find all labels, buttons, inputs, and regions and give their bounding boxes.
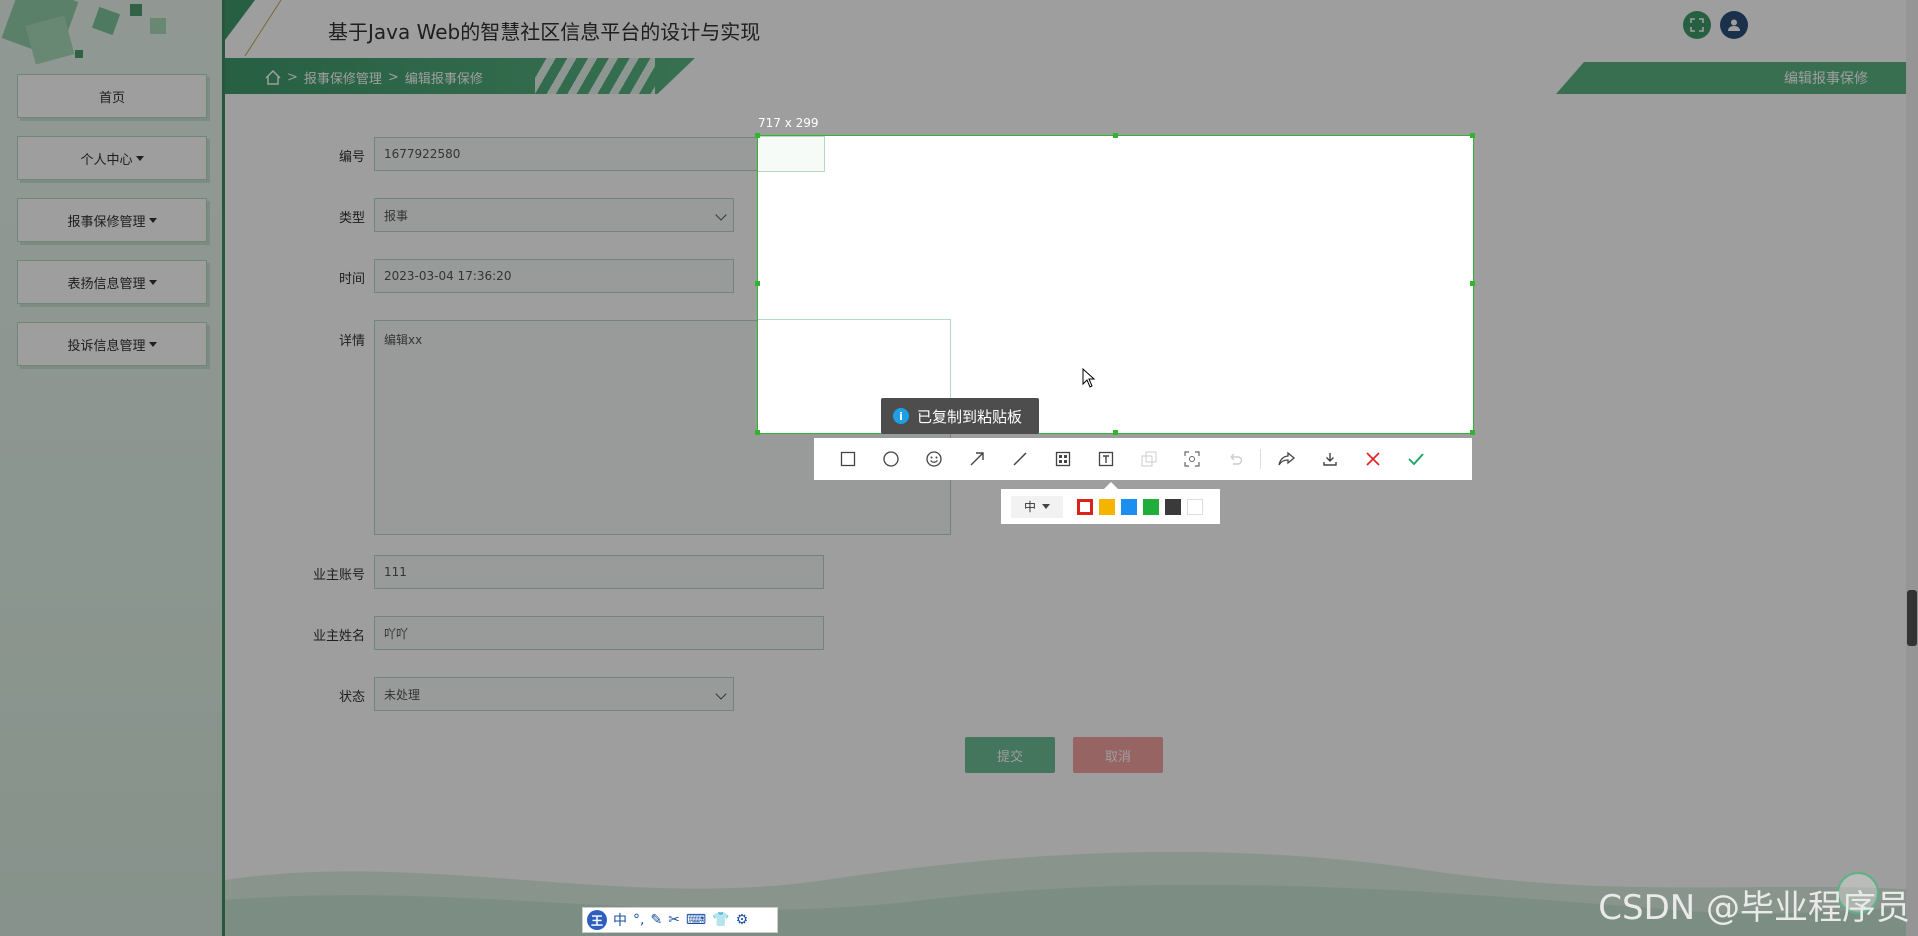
sidebar-item-praise-management[interactable]: 表扬信息管理 xyxy=(17,260,207,304)
confirm-icon[interactable] xyxy=(1394,438,1437,480)
color-swatch-red[interactable] xyxy=(1077,498,1093,515)
watermark: CSDN @毕业程序员 xyxy=(1598,888,1910,928)
emoji-icon[interactable] xyxy=(912,438,955,480)
keyboard-icon[interactable]: ⌨ xyxy=(686,912,706,928)
status-select[interactable]: 未处理 xyxy=(374,677,734,711)
ellipse-icon[interactable] xyxy=(869,438,912,480)
selection-size-label: 717 x 299 xyxy=(758,116,819,130)
page-title: 基于Java Web的智慧社区信息平台的设计与实现 xyxy=(328,20,761,44)
toast-text: 已复制到粘贴板 xyxy=(917,407,1023,426)
field-label-status: 状态 xyxy=(338,690,365,705)
field-label-owner-name: 业主姓名 xyxy=(312,629,365,644)
layers-icon xyxy=(1127,438,1170,480)
skin-icon[interactable]: 👕 xyxy=(712,912,729,928)
screenshot-toolbar xyxy=(814,438,1472,480)
stroke-size-value: 中 xyxy=(1023,500,1036,514)
ime-mode[interactable]: 中 xyxy=(613,910,627,930)
fullscreen-icon[interactable] xyxy=(1683,11,1711,39)
share-icon[interactable] xyxy=(1265,438,1308,480)
breadcrumb-separator: > xyxy=(387,70,399,85)
mouse-cursor-icon xyxy=(1082,368,1096,388)
scissors-icon[interactable]: ✂ xyxy=(668,912,680,928)
sidebar-item-label: 首页 xyxy=(98,90,125,106)
ocr-icon[interactable] xyxy=(1170,438,1213,480)
screenshot-selection-box[interactable] xyxy=(757,135,1474,434)
resize-handle[interactable] xyxy=(1113,430,1118,435)
text-icon[interactable] xyxy=(1084,438,1127,480)
scrollbar[interactable] xyxy=(1906,0,1918,936)
breadcrumb-item[interactable]: 报事保修管理 xyxy=(304,68,382,87)
palette-pointer xyxy=(1104,482,1118,489)
color-palette: 中 xyxy=(1001,489,1220,524)
caret-down-icon xyxy=(148,217,157,223)
chevron-down-icon xyxy=(715,688,727,700)
field-label-detail: 详情 xyxy=(338,334,365,349)
field-label-number: 编号 xyxy=(338,150,365,165)
close-icon[interactable] xyxy=(1351,438,1394,480)
sidebar: 首页 个人中心 报事保修管理 表扬信息管理 投诉信息管理 xyxy=(0,0,225,936)
stroke-size-select[interactable]: 中 xyxy=(1011,495,1063,518)
owner-account-field[interactable]: 111 xyxy=(374,555,824,589)
gear-icon[interactable]: ⚙ xyxy=(736,912,749,928)
pen-icon[interactable]: ✎ xyxy=(650,912,662,928)
field-label-owner-account: 业主账号 xyxy=(312,568,365,583)
color-swatch-green[interactable] xyxy=(1143,498,1159,515)
copied-toast: i 已复制到粘贴板 xyxy=(881,398,1039,434)
type-select[interactable]: 报事 xyxy=(374,198,734,232)
arrow-icon[interactable] xyxy=(955,438,998,480)
undo-icon xyxy=(1213,438,1256,480)
caret-down-icon xyxy=(148,341,157,347)
toolbar-divider xyxy=(1260,449,1261,469)
resize-handle[interactable] xyxy=(1470,281,1475,286)
chevron-down-icon xyxy=(715,209,727,221)
field-label-type: 类型 xyxy=(338,211,365,226)
home-icon[interactable] xyxy=(265,70,281,85)
breadcrumb-item: 编辑报事保修 xyxy=(404,72,483,87)
caret-down-icon xyxy=(1042,504,1050,509)
resize-handle[interactable] xyxy=(1470,430,1475,435)
sidebar-item-label: 个人中心 xyxy=(80,152,133,168)
sidebar-item-label: 报事保修管理 xyxy=(67,214,146,230)
field-label-time: 时间 xyxy=(338,272,365,287)
header-decoration xyxy=(225,0,282,56)
line-icon[interactable] xyxy=(998,438,1041,480)
caret-down-icon xyxy=(135,155,144,161)
resize-handle[interactable] xyxy=(755,281,760,286)
download-icon[interactable] xyxy=(1308,438,1351,480)
ime-logo[interactable]: 王 xyxy=(587,910,607,930)
user-icon[interactable] xyxy=(1720,11,1748,39)
owner-name-field[interactable]: 吖吖 xyxy=(374,616,824,650)
scrollbar-thumb[interactable] xyxy=(1907,590,1917,646)
breadcrumb: > 报事保修管理 > 编辑报事保修 xyxy=(265,68,483,87)
color-swatch-blue[interactable] xyxy=(1121,498,1137,515)
time-field[interactable]: 2023-03-04 17:36:20 xyxy=(374,259,734,293)
punctuation-icon[interactable]: °, xyxy=(633,912,644,928)
resize-handle[interactable] xyxy=(755,430,760,435)
breadcrumb-separator: > xyxy=(287,70,298,85)
sidebar-item-complaint-management[interactable]: 投诉信息管理 xyxy=(17,322,207,366)
sidebar-item-label: 表扬信息管理 xyxy=(67,276,146,292)
mosaic-icon[interactable] xyxy=(1041,438,1084,480)
sidebar-item-repair-management[interactable]: 报事保修管理 xyxy=(17,198,207,242)
resize-handle[interactable] xyxy=(1470,133,1475,138)
sidebar-item-personal-center[interactable]: 个人中心 xyxy=(17,136,207,180)
resize-handle[interactable] xyxy=(755,133,760,138)
sidebar-item-label: 投诉信息管理 xyxy=(67,338,146,354)
status-select-value: 未处理 xyxy=(384,687,421,702)
submit-button[interactable]: 提交 xyxy=(965,737,1055,773)
cancel-button[interactable]: 取消 xyxy=(1073,737,1163,773)
sidebar-decoration xyxy=(1,0,166,65)
resize-handle[interactable] xyxy=(1113,133,1118,138)
caret-down-icon xyxy=(148,279,157,285)
color-swatch-white[interactable] xyxy=(1187,498,1203,515)
info-icon: i xyxy=(893,408,909,424)
right-tab-label: 编辑报事保修 xyxy=(1784,71,1868,87)
rectangle-icon[interactable] xyxy=(826,438,869,480)
ime-toolbar: 王 中 °, ✎ ✂ ⌨ 👕 ⚙ xyxy=(582,907,778,933)
sidebar-item-home[interactable]: 首页 xyxy=(17,74,207,118)
color-swatch-yellow[interactable] xyxy=(1099,498,1115,515)
type-select-value: 报事 xyxy=(384,208,409,223)
color-swatch-black[interactable] xyxy=(1165,498,1181,515)
